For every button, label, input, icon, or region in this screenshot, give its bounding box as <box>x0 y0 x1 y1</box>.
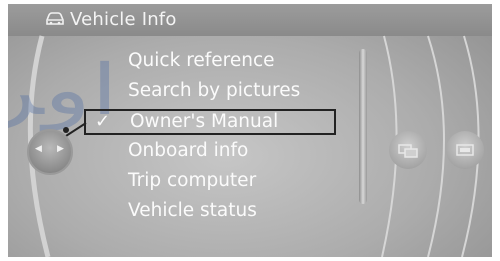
display-button[interactable] <box>446 131 484 169</box>
vehicle-status-icon <box>398 144 418 158</box>
menu-item-label: Quick reference <box>128 50 275 71</box>
arrow-right-icon: ▶ <box>57 144 64 154</box>
menu-item-label: Onboard info <box>128 140 249 161</box>
menu-item-owners-manual[interactable]: ✓ Owner's Manual <box>84 109 336 135</box>
scroll-slider[interactable] <box>359 49 367 204</box>
display-icon <box>456 144 474 156</box>
check-icon: ✓ <box>95 111 111 132</box>
vehicle-status-button[interactable] <box>389 131 427 169</box>
controller-knob[interactable]: ◀ ▶ <box>27 129 73 175</box>
menu-item-label: Owner's Manual <box>130 111 279 132</box>
menu-item-onboard-info[interactable]: Onboard info <box>128 139 248 163</box>
car-icon <box>46 12 64 25</box>
vehicle-info-screen: Vehicle Info ﺍﻭﺮ Quick reference Search … <box>8 4 492 257</box>
menu-item-search-by-pictures[interactable]: Search by pictures <box>128 79 300 103</box>
menu-item-trip-computer[interactable]: Trip computer <box>128 169 256 193</box>
arrow-left-icon: ◀ <box>35 144 42 154</box>
menu-item-label: Trip computer <box>128 170 257 191</box>
page-title: Vehicle Info <box>70 9 177 30</box>
menu-item-quick-reference[interactable]: Quick reference <box>128 49 275 73</box>
menu-item-label: Vehicle status <box>128 200 257 221</box>
title-bar: Vehicle Info <box>8 4 492 36</box>
menu-item-vehicle-status[interactable]: Vehicle status <box>128 199 257 223</box>
menu-item-label: Search by pictures <box>128 80 301 101</box>
